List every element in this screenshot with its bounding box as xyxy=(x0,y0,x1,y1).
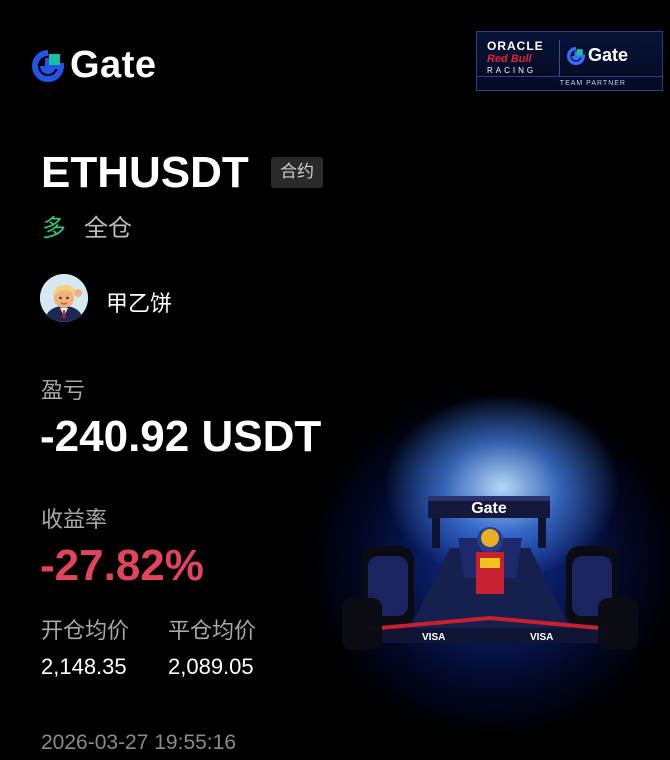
open-price-label: 开仓均价 xyxy=(41,619,130,644)
open-price-value: 2,148.35 xyxy=(41,654,127,679)
team-partner-badge: ORACLE Red Bull RACING Gate TEAM PARTNER xyxy=(476,31,663,91)
close-price-value: 2,089.05 xyxy=(168,654,254,679)
user-avatar xyxy=(40,274,88,322)
pnl-label: 盈亏 xyxy=(41,379,86,404)
gate-small-icon xyxy=(567,46,585,65)
brand-name: Gate xyxy=(70,44,157,86)
partner-gate-name: Gate xyxy=(588,45,629,65)
roi-value: -27.82% xyxy=(40,541,204,590)
partner-line-3: RACING xyxy=(487,66,537,75)
trading-pair: ETHUSDT xyxy=(41,148,249,197)
svg-text:VISA: VISA xyxy=(422,632,445,643)
partner-gate-logo: Gate xyxy=(567,45,628,66)
gate-logo-icon xyxy=(32,49,65,82)
pnl-value: -240.92 USDT xyxy=(40,412,322,461)
position-side: 多 xyxy=(42,214,66,242)
timestamp: 2026-03-27 19:55:16 xyxy=(41,731,236,754)
contract-type-badge: 合约 xyxy=(271,157,323,188)
close-price-label: 平仓均价 xyxy=(168,619,257,644)
partner-tag: TEAM PARTNER xyxy=(477,76,662,90)
partner-divider xyxy=(559,40,560,76)
svg-text:Gate: Gate xyxy=(471,500,507,517)
partner-line-1: ORACLE xyxy=(487,39,544,53)
username: 甲乙饼 xyxy=(106,292,173,317)
svg-text:VISA: VISA xyxy=(530,632,553,643)
roi-label: 收益率 xyxy=(41,508,108,533)
gate-logo: Gate xyxy=(32,44,156,87)
f1-car-image: Gate VISA VISA xyxy=(340,478,640,663)
margin-mode: 全仓 xyxy=(84,214,132,242)
partner-line-2: Red Bull xyxy=(487,53,532,65)
